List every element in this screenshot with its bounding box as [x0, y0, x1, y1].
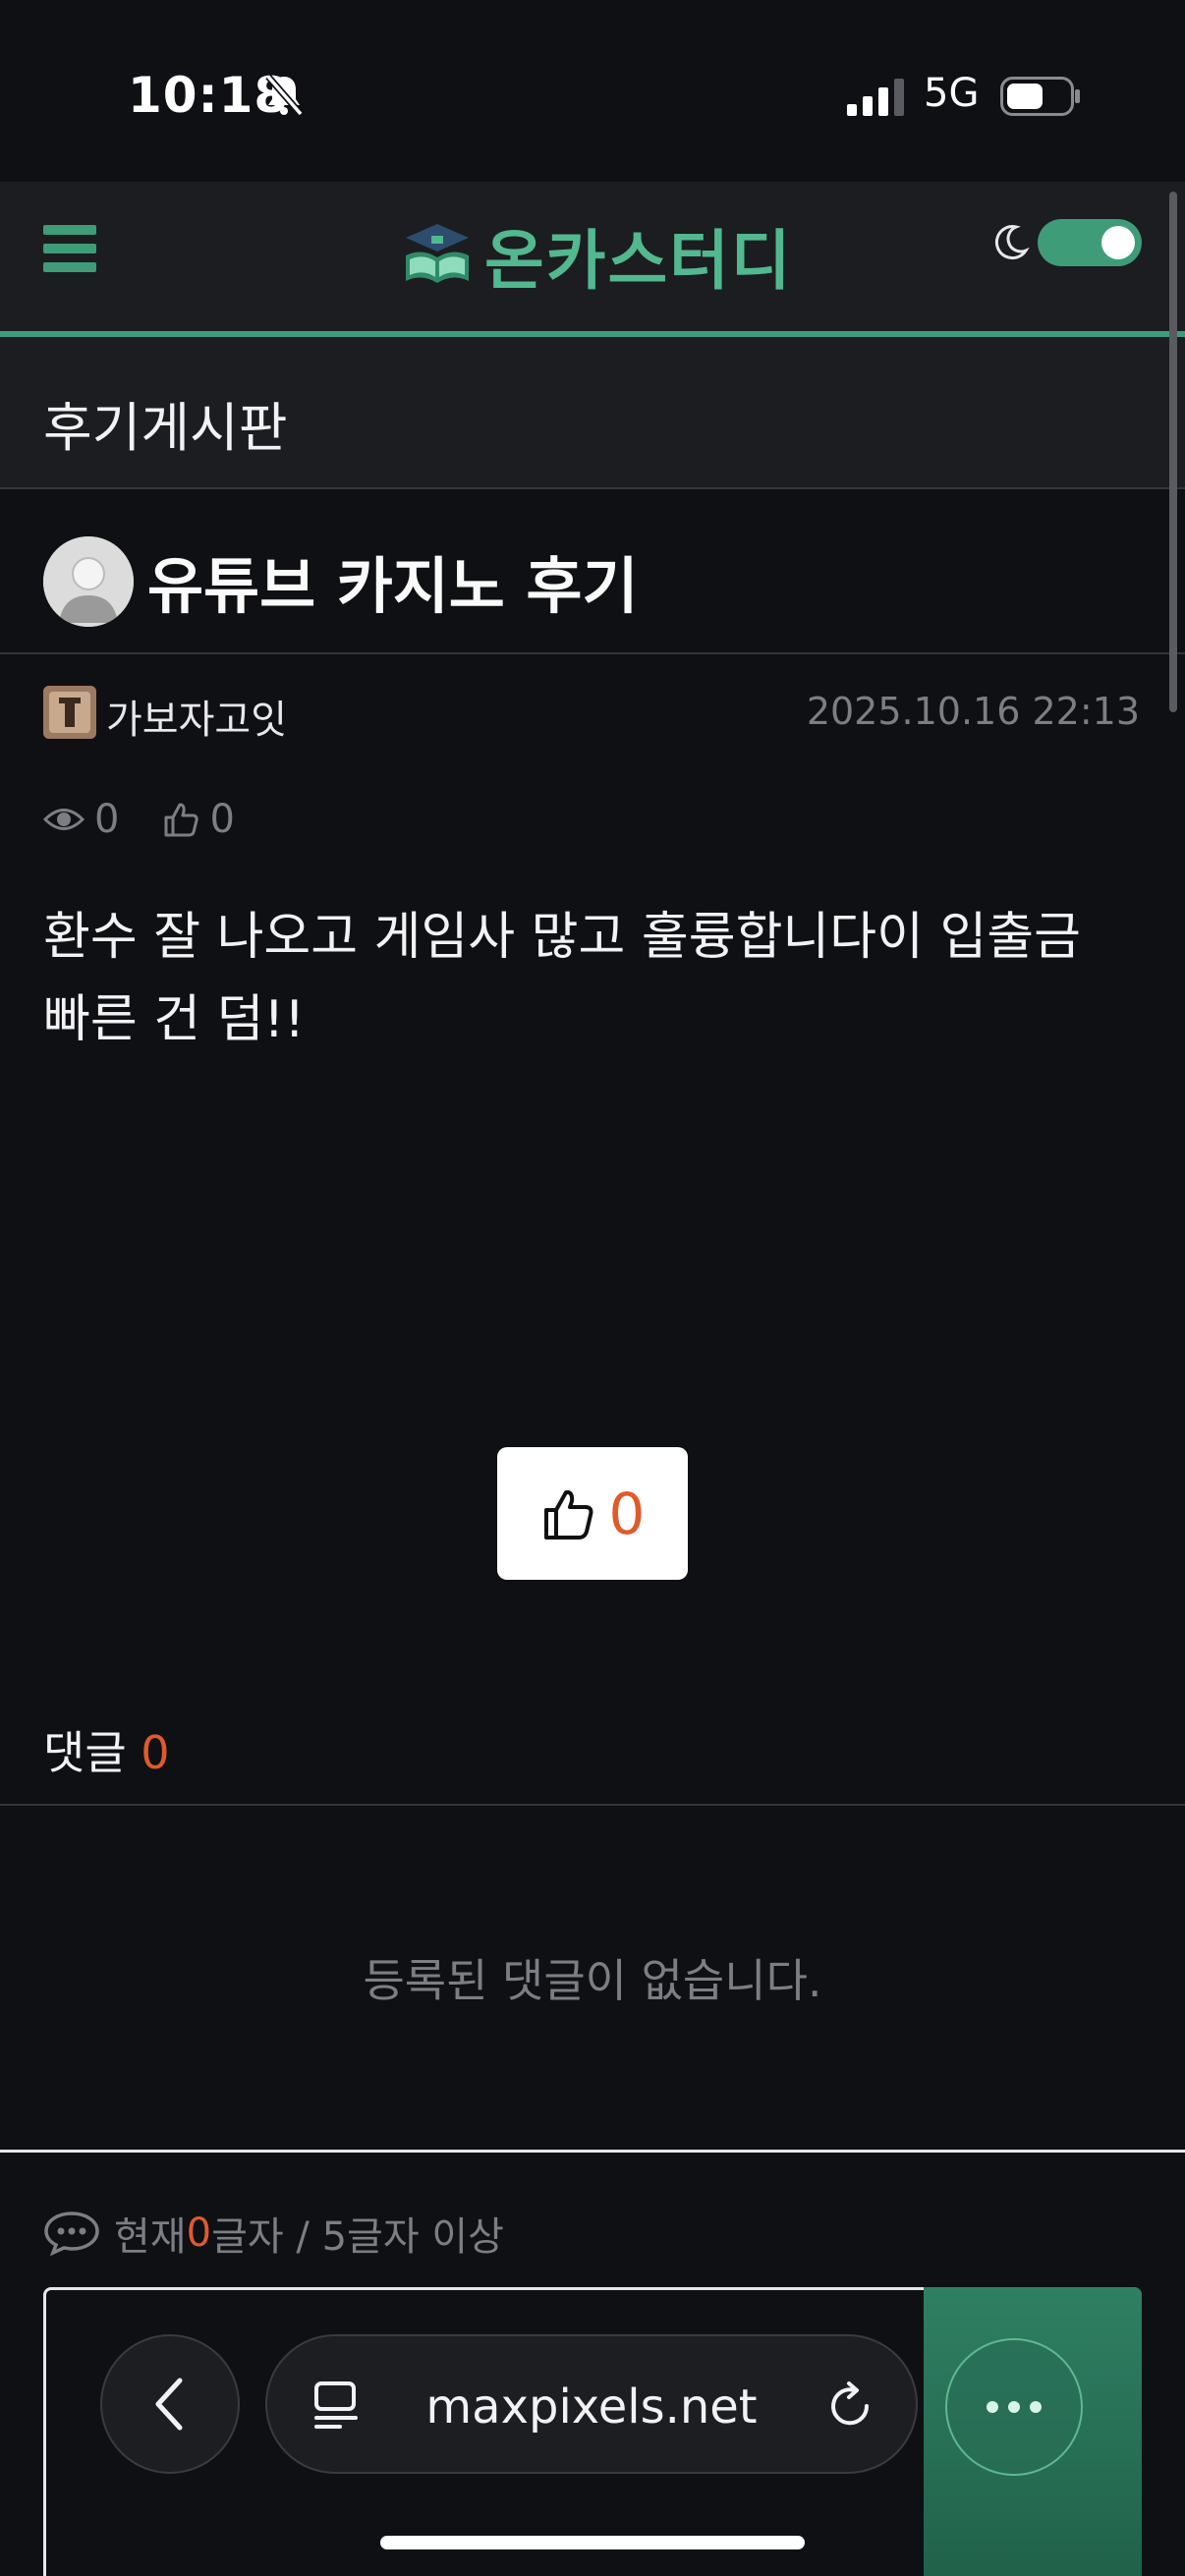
author-name[interactable]: 가보자고잇: [106, 688, 287, 745]
char-counter: 현재 0 글자 / 5글자 이상: [43, 2205, 504, 2262]
toggle-knob: [1101, 226, 1135, 259]
dark-mode-toggle[interactable]: [1038, 219, 1142, 266]
empty-comments-message: 등록된 댓글이 없습니다.: [363, 1954, 822, 2007]
eye-icon: [43, 809, 85, 830]
battery-icon: [1000, 77, 1080, 116]
post-meta: 가보자고잇 2025.10.16 22:13: [0, 654, 1185, 772]
like-button-count: 0: [608, 1480, 646, 1547]
chevron-left-icon: [155, 2378, 183, 2431]
avatar: [43, 536, 134, 627]
logo-text: 온카스터디: [484, 223, 793, 299]
address-bar[interactable]: maxpixels.net: [265, 2334, 918, 2474]
bell-muted-icon: [265, 74, 304, 117]
post-header: 유튜브 카지노 후기: [0, 489, 1185, 654]
site-header: 온카스터디: [0, 182, 1185, 337]
like-button[interactable]: 0: [497, 1447, 688, 1580]
book-logo-icon: [406, 224, 469, 283]
divider: [0, 1804, 1185, 1806]
site-logo[interactable]: 온카스터디: [398, 216, 793, 299]
post-title: 유튜브 카지노 후기: [147, 550, 639, 622]
default-avatar-icon: [43, 536, 134, 627]
menu-icon[interactable]: [43, 225, 96, 280]
thumbs-up-icon: [543, 1489, 593, 1540]
status-bar: 10:18 5G: [0, 0, 1185, 182]
network-type: 5G: [924, 71, 980, 116]
scrollbar[interactable]: [1169, 192, 1177, 712]
speech-bubble-icon: [44, 2212, 99, 2256]
like-stat: 0: [162, 797, 235, 842]
more-options-button[interactable]: [945, 2338, 1083, 2476]
cellular-signal-icon: [847, 79, 904, 116]
board-title[interactable]: 후기게시판: [43, 384, 287, 462]
comments-heading: 댓글 0: [43, 1726, 170, 1779]
post-stats: 0 0: [43, 792, 278, 847]
comment-count: 0: [141, 1726, 170, 1779]
view-count: 0: [43, 797, 119, 842]
author-level-icon: [43, 686, 96, 739]
post-date: 2025.10.16 22:13: [806, 690, 1140, 733]
browser-back-button[interactable]: [100, 2334, 240, 2474]
thumbs-up-outline-icon: [164, 803, 199, 837]
post-body: 환수 잘 나오고 게임사 많고 훌륭합니다이 입출금 빠른 건 덤!!: [43, 908, 1081, 1049]
url-text: maxpixels.net: [425, 2380, 758, 2435]
home-indicator[interactable]: [380, 2536, 805, 2549]
reload-icon[interactable]: [823, 2380, 876, 2433]
moon-icon: [994, 225, 1030, 260]
divider: [0, 2150, 1185, 2153]
board-header: 후기게시판: [0, 337, 1185, 489]
